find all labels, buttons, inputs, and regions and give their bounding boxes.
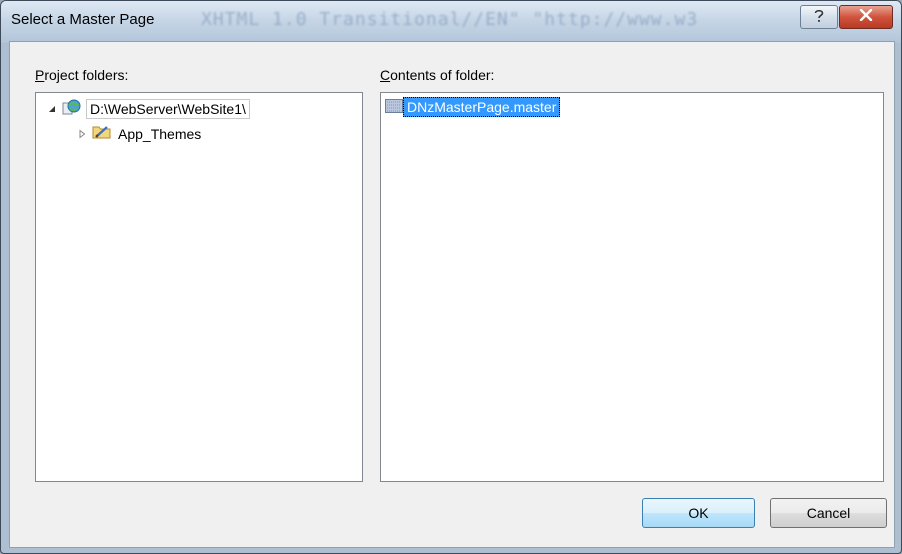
file-item-label[interactable]: DNzMasterPage.master (403, 97, 561, 117)
tree-node-root-label[interactable]: D:\WebServer\WebSite1\ (86, 98, 250, 119)
tree-node-root[interactable]: D:\WebServer\WebSite1\ (46, 98, 250, 119)
close-icon (859, 8, 873, 26)
ok-button[interactable]: OK (642, 498, 755, 528)
master-page-file-icon (385, 98, 403, 117)
question-mark-icon (812, 8, 826, 27)
folder-contents-list[interactable]: DNzMasterPage.master (380, 92, 884, 482)
tree-node-app-themes[interactable]: App_Themes (76, 124, 201, 143)
dialog-title: Select a Master Page (11, 11, 155, 28)
select-master-page-dialog: XHTML 1.0 Transitional//EN" "http://www.… (0, 0, 902, 554)
help-button[interactable] (800, 5, 838, 29)
title-bar[interactable]: XHTML 1.0 Transitional//EN" "http://www.… (1, 1, 901, 41)
project-folders-label: Project folders: (35, 67, 129, 83)
collapse-triangle-icon[interactable] (46, 103, 58, 115)
themes-folder-icon (92, 124, 112, 143)
web-project-icon (62, 98, 82, 119)
tree-node-app-themes-label[interactable]: App_Themes (118, 126, 201, 142)
project-folders-tree[interactable]: D:\WebServer\WebSite1\ App_Themes (35, 92, 363, 482)
close-button[interactable] (839, 5, 893, 29)
file-item-master-page[interactable]: DNzMasterPage.master (385, 97, 561, 117)
expand-triangle-icon[interactable] (76, 128, 88, 140)
background-source-text: XHTML 1.0 Transitional//EN" "http://www.… (201, 9, 699, 30)
cancel-button[interactable]: Cancel (770, 498, 887, 528)
dialog-body: Project folders: D:\WebServer\WebSite1\ (9, 41, 895, 548)
contents-of-folder-label: Contents of folder: (380, 67, 495, 83)
